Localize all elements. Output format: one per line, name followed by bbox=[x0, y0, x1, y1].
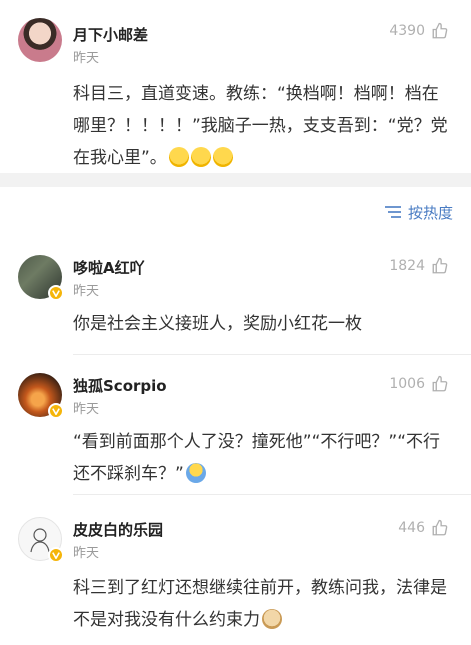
comment-item: 皮皮白的乐园 昨天 446 科三到了红灯还想继续往前开，教练问我，法律是不是对我… bbox=[0, 495, 471, 645]
verified-badge-icon bbox=[48, 285, 64, 301]
thumbs-up-icon bbox=[432, 519, 448, 536]
like-count: 1006 bbox=[389, 376, 425, 392]
author-name[interactable]: 皮皮白的乐园 bbox=[73, 519, 163, 540]
avatar[interactable] bbox=[18, 255, 64, 301]
comment-text: 你是社会主义接班人，奖励小红花一枚 bbox=[73, 314, 362, 334]
like-button[interactable]: 446 bbox=[398, 519, 449, 537]
like-count: 446 bbox=[398, 520, 425, 536]
author-name[interactable]: 独孤Scorpio bbox=[73, 375, 167, 396]
comment-text: “看到前面那个人了没？撞死他”“不行吧？”“不行还不踩刹车？” bbox=[73, 432, 441, 484]
like-button[interactable]: 1824 bbox=[389, 257, 449, 275]
verified-badge-icon bbox=[48, 403, 64, 419]
comment-content: 科三到了红灯还想继续往前开，教练问我，法律是不是对我没有什么约束力 bbox=[73, 572, 449, 636]
timestamp: 昨天 bbox=[73, 284, 100, 299]
like-count: 4390 bbox=[389, 23, 425, 39]
comment-item: 独孤Scorpio 昨天 1006 “看到前面那个人了没？撞死他”“不行吧？”“… bbox=[0, 355, 471, 495]
like-count: 1824 bbox=[389, 258, 425, 274]
sort-bar: 按热度 bbox=[0, 187, 471, 235]
sort-icon bbox=[384, 206, 401, 218]
main-post: 月下小邮差 昨天 4390 科目三，直道变速。教练：“换档啊！档啊！档在哪里？！… bbox=[0, 0, 471, 173]
timestamp: 昨天 bbox=[73, 51, 100, 66]
timestamp: 昨天 bbox=[73, 402, 100, 417]
scared-emoji-icon bbox=[168, 147, 189, 167]
doge-emoji-icon bbox=[262, 609, 282, 629]
thumbs-up-icon bbox=[432, 257, 448, 274]
author-name[interactable]: 月下小邮差 bbox=[73, 24, 148, 45]
comment-content: “看到前面那个人了没？撞死他”“不行吧？”“不行还不踩刹车？” bbox=[73, 426, 449, 490]
thumbs-up-icon bbox=[432, 375, 448, 392]
like-button[interactable]: 1006 bbox=[389, 375, 449, 393]
scared-emoji-icon bbox=[190, 147, 211, 167]
scared-emoji-icon bbox=[212, 147, 233, 167]
comment-item: 哆啦A红吖 昨天 1824 你是社会主义接班人，奖励小红花一枚 bbox=[0, 235, 471, 355]
thumbs-up-icon bbox=[432, 22, 448, 39]
avatar[interactable] bbox=[18, 373, 64, 419]
like-button[interactable]: 4390 bbox=[389, 22, 449, 40]
section-separator bbox=[0, 173, 471, 187]
verified-badge-icon bbox=[48, 547, 64, 563]
post-text: 科目三，直道变速。教练：“换档啊！档啊！档在哪里？！！！！”我脑子一热，支支吾到… bbox=[73, 84, 448, 168]
shrug-emoji-icon bbox=[185, 463, 206, 483]
sort-label: 按热度 bbox=[407, 203, 453, 222]
author-name[interactable]: 哆啦A红吖 bbox=[73, 257, 145, 278]
avatar[interactable] bbox=[18, 18, 62, 62]
comment-text: 科三到了红灯还想继续往前开，教练问我，法律是不是对我没有什么约束力 bbox=[73, 578, 447, 630]
timestamp: 昨天 bbox=[73, 546, 100, 561]
sort-by-hot-button[interactable]: 按热度 bbox=[384, 201, 453, 223]
avatar[interactable] bbox=[18, 517, 64, 563]
post-content: 科目三，直道变速。教练：“换档啊！档啊！档在哪里？！！！！”我脑子一热，支支吾到… bbox=[73, 78, 449, 174]
